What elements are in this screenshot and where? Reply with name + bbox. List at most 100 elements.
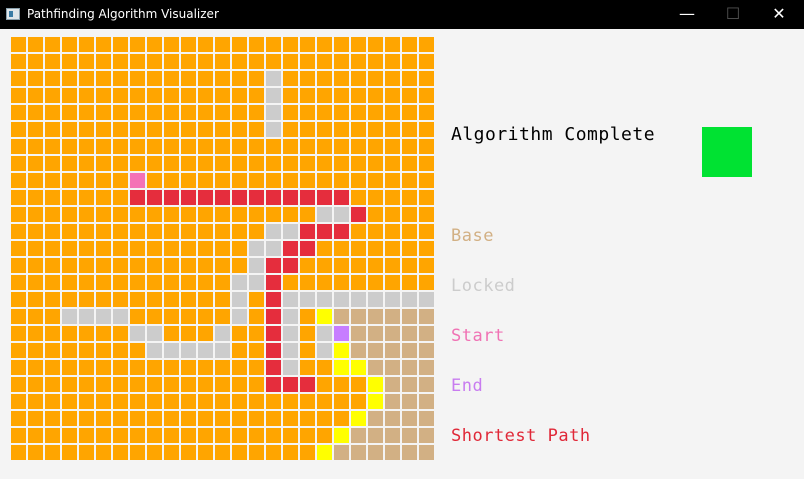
open-cell[interactable] <box>96 71 111 86</box>
open-cell[interactable] <box>28 394 43 409</box>
path-cell[interactable] <box>147 190 162 205</box>
locked-cell[interactable] <box>266 241 281 256</box>
visited-cell[interactable] <box>351 411 366 426</box>
open-cell[interactable] <box>28 173 43 188</box>
open-cell[interactable] <box>266 54 281 69</box>
open-cell[interactable] <box>45 105 60 120</box>
open-cell[interactable] <box>249 360 264 375</box>
base-cell[interactable] <box>419 377 434 392</box>
open-cell[interactable] <box>130 292 145 307</box>
open-cell[interactable] <box>147 258 162 273</box>
open-cell[interactable] <box>385 139 400 154</box>
open-cell[interactable] <box>334 88 349 103</box>
open-cell[interactable] <box>249 105 264 120</box>
base-cell[interactable] <box>402 394 417 409</box>
open-cell[interactable] <box>147 156 162 171</box>
open-cell[interactable] <box>215 88 230 103</box>
open-cell[interactable] <box>45 394 60 409</box>
locked-cell[interactable] <box>130 326 145 341</box>
open-cell[interactable] <box>62 173 77 188</box>
open-cell[interactable] <box>283 428 298 443</box>
open-cell[interactable] <box>215 156 230 171</box>
open-cell[interactable] <box>181 122 196 137</box>
locked-cell[interactable] <box>283 360 298 375</box>
open-cell[interactable] <box>215 139 230 154</box>
open-cell[interactable] <box>181 241 196 256</box>
open-cell[interactable] <box>11 428 26 443</box>
open-cell[interactable] <box>45 71 60 86</box>
locked-cell[interactable] <box>198 343 213 358</box>
open-cell[interactable] <box>181 411 196 426</box>
open-cell[interactable] <box>198 360 213 375</box>
open-cell[interactable] <box>96 105 111 120</box>
open-cell[interactable] <box>28 343 43 358</box>
open-cell[interactable] <box>113 105 128 120</box>
open-cell[interactable] <box>79 377 94 392</box>
open-cell[interactable] <box>181 394 196 409</box>
open-cell[interactable] <box>28 37 43 52</box>
visited-cell[interactable] <box>317 309 332 324</box>
locked-cell[interactable] <box>232 275 247 290</box>
open-cell[interactable] <box>147 377 162 392</box>
open-cell[interactable] <box>283 411 298 426</box>
open-cell[interactable] <box>215 377 230 392</box>
open-cell[interactable] <box>266 394 281 409</box>
open-cell[interactable] <box>62 360 77 375</box>
open-cell[interactable] <box>130 88 145 103</box>
start-cell[interactable] <box>130 173 145 188</box>
open-cell[interactable] <box>232 122 247 137</box>
base-cell[interactable] <box>402 428 417 443</box>
visited-cell[interactable] <box>317 445 332 460</box>
open-cell[interactable] <box>62 190 77 205</box>
open-cell[interactable] <box>249 428 264 443</box>
open-cell[interactable] <box>368 71 383 86</box>
open-cell[interactable] <box>317 360 332 375</box>
open-cell[interactable] <box>317 156 332 171</box>
open-cell[interactable] <box>11 360 26 375</box>
open-cell[interactable] <box>113 139 128 154</box>
base-cell[interactable] <box>402 343 417 358</box>
open-cell[interactable] <box>215 207 230 222</box>
open-cell[interactable] <box>164 54 179 69</box>
open-cell[interactable] <box>147 428 162 443</box>
open-cell[interactable] <box>164 258 179 273</box>
base-cell[interactable] <box>419 360 434 375</box>
open-cell[interactable] <box>402 190 417 205</box>
open-cell[interactable] <box>79 88 94 103</box>
open-cell[interactable] <box>283 88 298 103</box>
open-cell[interactable] <box>215 173 230 188</box>
open-cell[interactable] <box>232 343 247 358</box>
open-cell[interactable] <box>164 224 179 239</box>
path-cell[interactable] <box>283 377 298 392</box>
open-cell[interactable] <box>113 360 128 375</box>
open-cell[interactable] <box>130 37 145 52</box>
path-cell[interactable] <box>300 224 315 239</box>
locked-cell[interactable] <box>249 258 264 273</box>
open-cell[interactable] <box>215 394 230 409</box>
open-cell[interactable] <box>62 445 77 460</box>
locked-cell[interactable] <box>249 275 264 290</box>
open-cell[interactable] <box>181 360 196 375</box>
open-cell[interactable] <box>283 156 298 171</box>
base-cell[interactable] <box>368 360 383 375</box>
locked-cell[interactable] <box>96 309 111 324</box>
locked-cell[interactable] <box>147 326 162 341</box>
open-cell[interactable] <box>62 88 77 103</box>
open-cell[interactable] <box>113 275 128 290</box>
open-cell[interactable] <box>28 360 43 375</box>
open-cell[interactable] <box>317 105 332 120</box>
open-cell[interactable] <box>11 241 26 256</box>
open-cell[interactable] <box>113 428 128 443</box>
open-cell[interactable] <box>164 309 179 324</box>
open-cell[interactable] <box>300 445 315 460</box>
open-cell[interactable] <box>249 292 264 307</box>
open-cell[interactable] <box>130 428 145 443</box>
open-cell[interactable] <box>11 411 26 426</box>
open-cell[interactable] <box>181 275 196 290</box>
open-cell[interactable] <box>79 292 94 307</box>
open-cell[interactable] <box>96 343 111 358</box>
open-cell[interactable] <box>181 54 196 69</box>
open-cell[interactable] <box>334 71 349 86</box>
open-cell[interactable] <box>419 275 434 290</box>
open-cell[interactable] <box>215 122 230 137</box>
